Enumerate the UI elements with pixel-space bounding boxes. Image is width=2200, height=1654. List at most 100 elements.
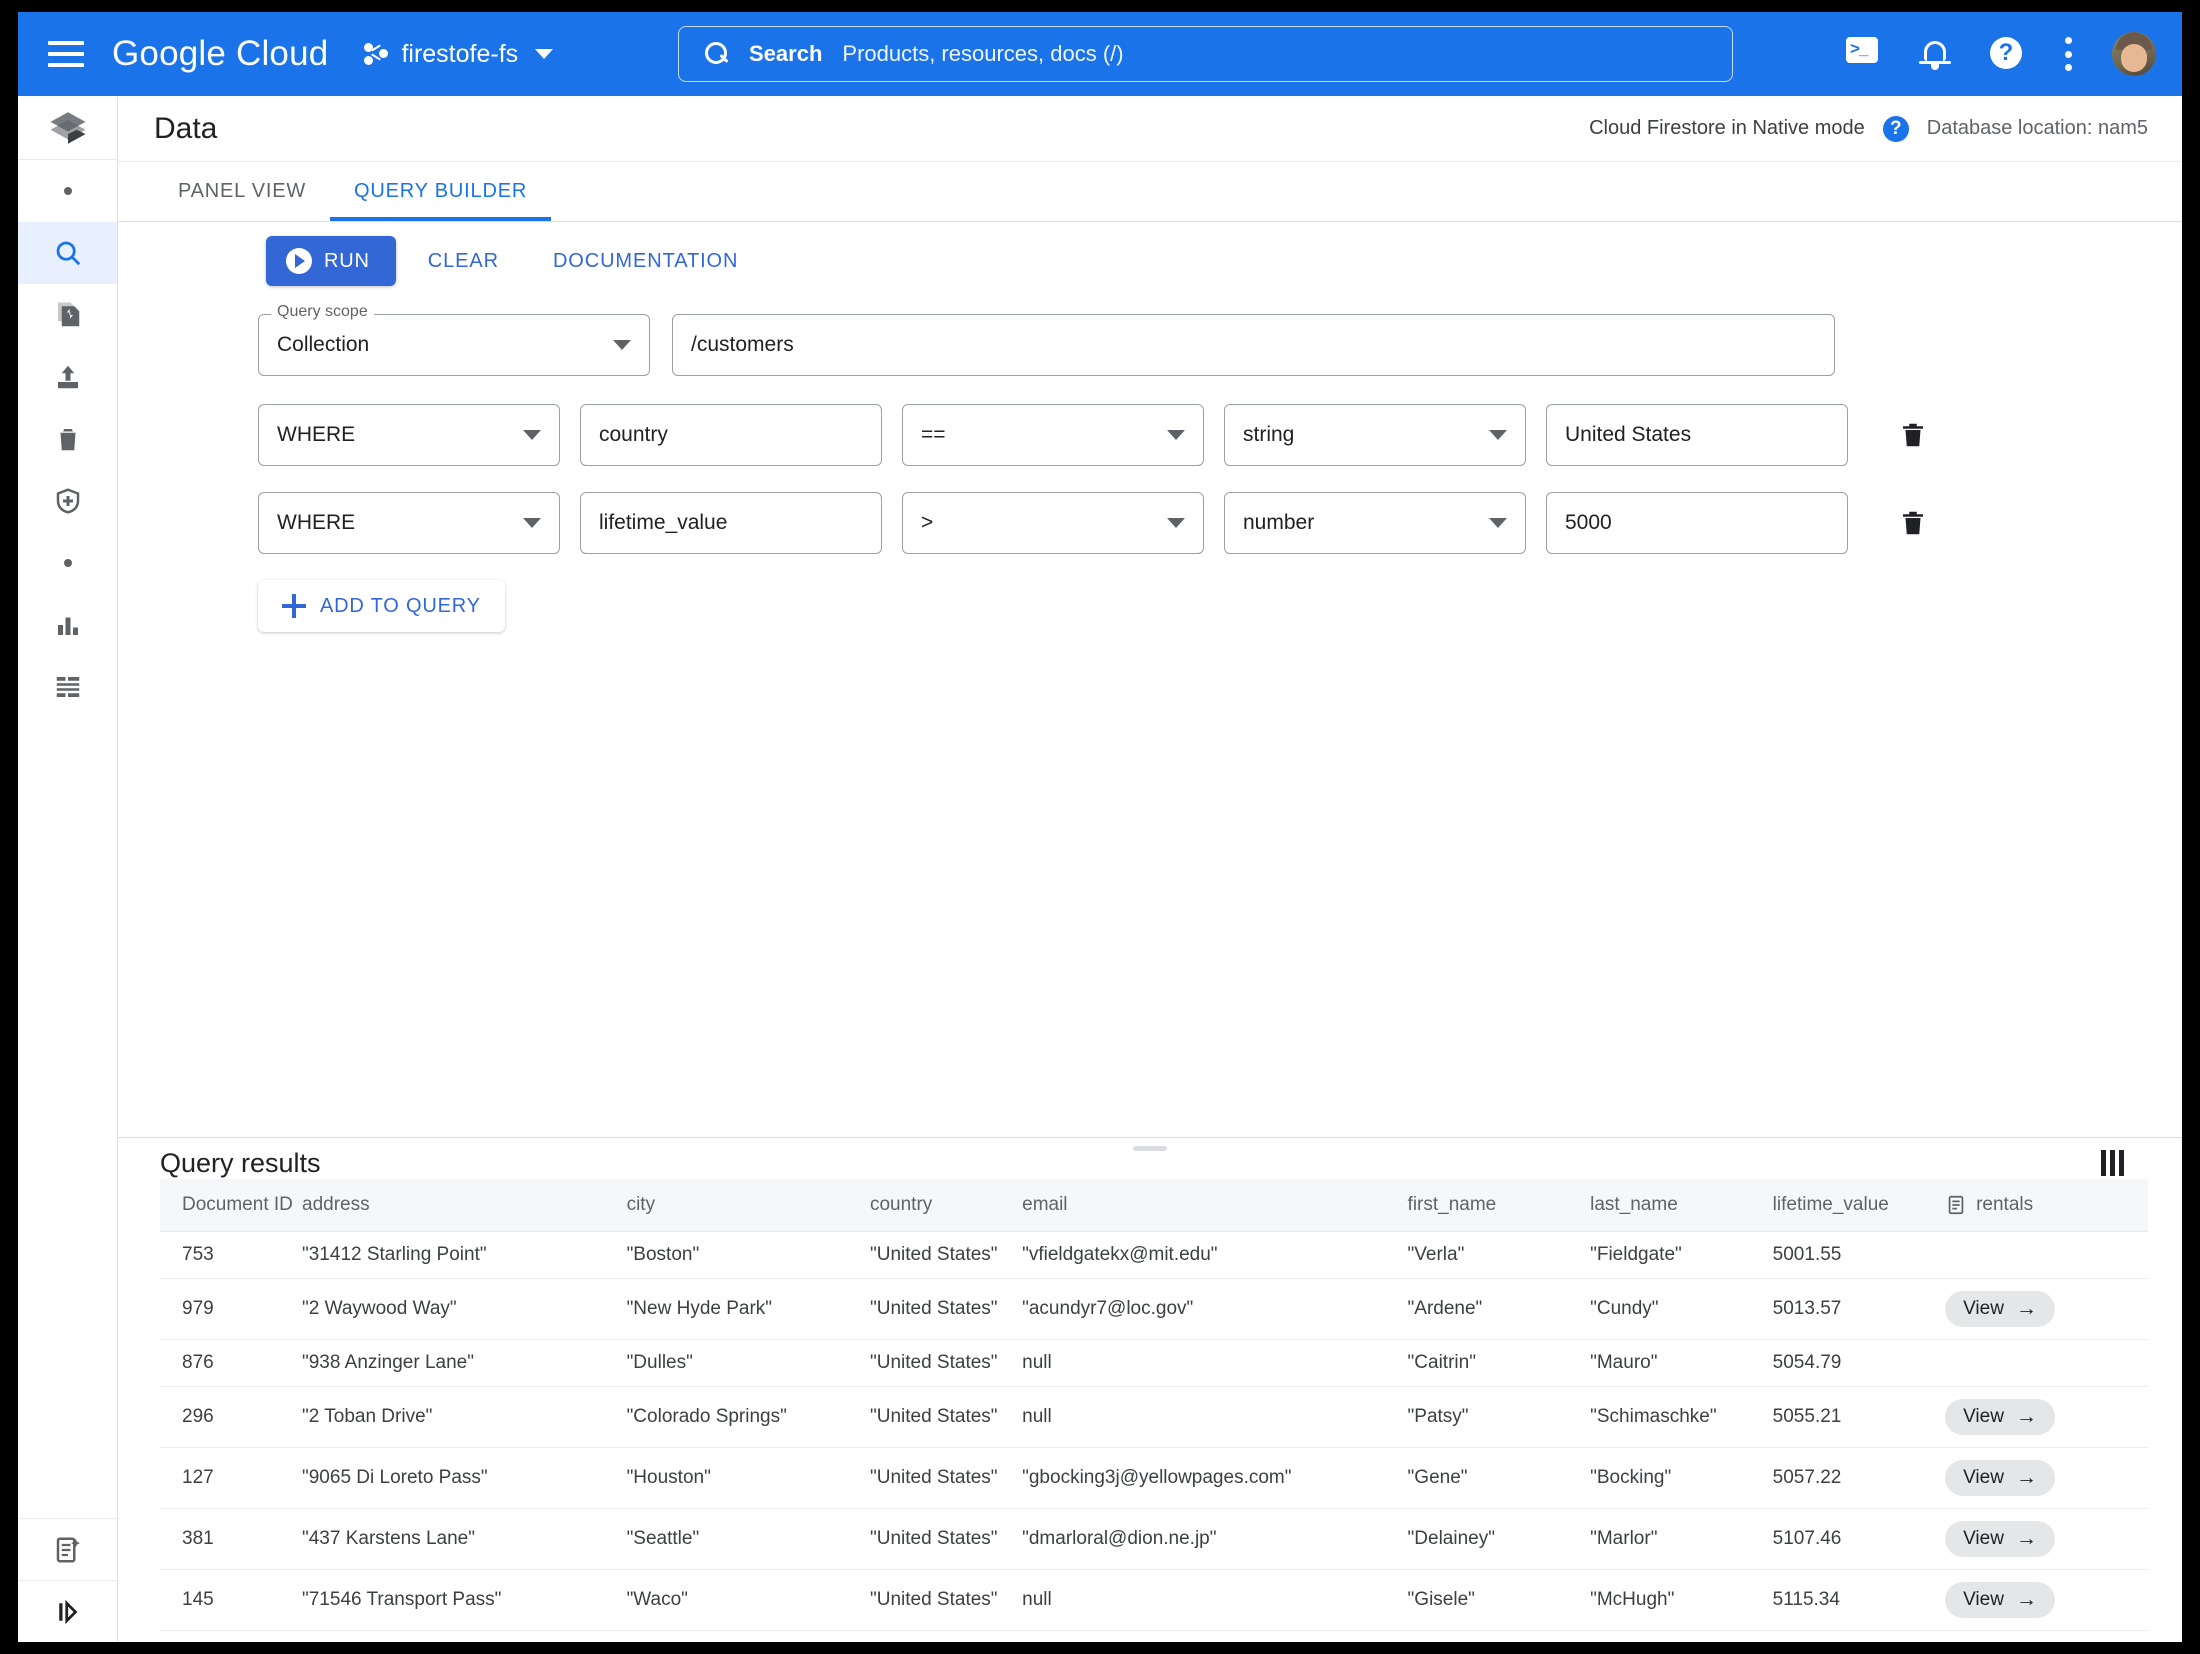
col-rentals-label: rentals (1976, 1193, 2034, 1215)
arrow-right-icon: → (2015, 1527, 2037, 1550)
run-button[interactable]: RUN (266, 236, 396, 286)
help-circle-icon[interactable]: ? (1882, 115, 1909, 142)
cell-rentals: View→ (1945, 1278, 2148, 1340)
tab-panel-view[interactable]: PANEL VIEW (154, 162, 330, 221)
project-selector[interactable]: firestofe-fs (364, 39, 554, 69)
query-builder: Query scope Collection /customers WHERE … (118, 300, 2182, 632)
clause-comparator-select[interactable]: > (902, 492, 1204, 554)
view-rentals-button[interactable]: View → (1945, 1290, 2055, 1327)
cell-email: "vfieldgatekx@mit.edu" (1022, 1231, 1408, 1279)
view-label: View (1963, 1297, 2004, 1319)
clause-type-value: number (1243, 511, 1315, 534)
sidebar-item-expand-rail[interactable] (18, 1580, 117, 1642)
cell-rentals: View→ (1945, 1630, 2148, 1642)
cell-country: "United States" (869, 1447, 1023, 1509)
cell-city: "Dulles" (626, 1339, 870, 1387)
clause-type-select[interactable]: string (1224, 404, 1526, 466)
chevron-down-icon (1167, 430, 1185, 440)
col-first-name[interactable]: first_name (1407, 1178, 1591, 1232)
sidebar-item-new-doc[interactable] (18, 1518, 117, 1580)
tab-query-builder[interactable]: QUERY BUILDER (330, 162, 552, 221)
table-row[interactable]: 876 "938 Anzinger Lane" "Dulles" "United St… (160, 1339, 2148, 1387)
clause-comparator-select[interactable]: == (902, 404, 1204, 466)
col-country[interactable]: country (869, 1178, 1023, 1232)
clause-value-input[interactable]: 5000 (1546, 492, 1848, 554)
table-header-row: Document ID address city country email f… (160, 1178, 2148, 1232)
cell-email: "gbocking3j@yellowpages.com" (1022, 1447, 1408, 1509)
sidebar-item-dot-item[interactable] (18, 160, 117, 222)
arrow-right-icon: → (2015, 1405, 2037, 1428)
cell-email: null (1022, 1569, 1408, 1631)
notifications-icon[interactable] (1918, 37, 1952, 71)
search-input[interactable]: Search Products, resources, docs (/) (678, 26, 1733, 82)
add-to-query-button[interactable]: ADD TO QUERY (258, 580, 505, 632)
clause-value-input[interactable]: United States (1546, 404, 1848, 466)
col-address[interactable]: address (302, 1178, 627, 1232)
help-icon[interactable]: ? (1990, 37, 2024, 71)
col-last-name[interactable]: last_name (1590, 1178, 1773, 1232)
table-row[interactable]: 381 "437 Karstens Lane" "Seattle" "United S… (160, 1508, 2148, 1570)
chevron-down-icon (1489, 430, 1507, 440)
clause-operator-select[interactable]: WHERE (258, 492, 560, 554)
clause-type-select[interactable]: number (1224, 492, 1526, 554)
cell-address: "71546 Transport Pass" (302, 1569, 627, 1631)
col-email[interactable]: email (1022, 1178, 1408, 1232)
table-row[interactable]: 296 "2 Toban Drive" "Colorado Springs" "Uni… (160, 1386, 2148, 1448)
view-rentals-button[interactable]: View → (1945, 1581, 2055, 1618)
table-row[interactable]: 145 "71546 Transport Pass" "Waco" "United S… (160, 1569, 2148, 1631)
more-options-icon[interactable] (2064, 37, 2072, 71)
page-header: Data Cloud Firestore in Native mode ? Da… (118, 96, 2182, 162)
cell-first-name: "Gisele" (1407, 1569, 1591, 1631)
cell-country: "United States" (869, 1386, 1023, 1448)
cell-rentals: View→ (1945, 1386, 2148, 1448)
sidebar-item-import-export[interactable] (18, 346, 117, 408)
table-row[interactable]: 979 "2 Waywood Way" "New Hyde Park" "United… (160, 1278, 2148, 1340)
view-rentals-button[interactable]: View → (1945, 1398, 2055, 1435)
table-row[interactable]: 753 "31412 Starling Point" "Boston" "United… (160, 1231, 2148, 1279)
run-button-label: RUN (324, 249, 370, 272)
results-table-wrapper: Document ID address city country email f… (118, 1178, 2182, 1642)
google-cloud-logo[interactable]: Google Cloud (112, 34, 328, 74)
cloud-shell-icon[interactable]: >_ (1846, 37, 1880, 71)
clause-field-input[interactable]: country (580, 404, 882, 466)
sidebar-item-extensions[interactable] (18, 656, 117, 718)
clause-operator-select[interactable]: WHERE (258, 404, 560, 466)
panel-resize-handle[interactable] (1133, 1145, 1167, 1151)
project-name: firestofe-fs (401, 39, 519, 68)
delete-clause-button[interactable] (1898, 418, 1928, 452)
clause-field-input[interactable]: lifetime_value (580, 492, 882, 554)
sidebar-item-dot-item-2[interactable] (18, 532, 117, 594)
cell-last-name: "Bocking" (1590, 1447, 1773, 1509)
main-content: Data Cloud Firestore in Native mode ? Da… (118, 96, 2182, 1642)
col-document-id[interactable]: Document ID (160, 1178, 302, 1232)
sidebar-item-usage[interactable] (18, 594, 117, 656)
firestore-logo-icon[interactable] (18, 96, 117, 160)
delete-clause-button[interactable] (1898, 506, 1928, 540)
query-scope-select[interactable]: Query scope Collection (258, 304, 650, 376)
cell-document-id: 145 (160, 1569, 302, 1631)
view-rentals-button[interactable]: View → (1945, 1520, 2055, 1557)
table-row[interactable]: 477"4654 Spenser Terrace""Philadelphia""… (160, 1630, 2148, 1642)
clear-button[interactable]: CLEAR (406, 236, 521, 286)
cell-city: "Boston" (626, 1231, 870, 1279)
view-rentals-button[interactable]: View → (1945, 1459, 2055, 1496)
hamburger-icon[interactable] (48, 41, 84, 67)
sidebar-item-delete-data[interactable] (18, 408, 117, 470)
account-avatar[interactable] (2112, 32, 2156, 76)
chevron-down-icon (535, 49, 554, 59)
collection-path-input[interactable]: /customers (672, 314, 1835, 376)
col-rentals[interactable]: rentals (1945, 1178, 2148, 1232)
arrow-right-icon: → (2015, 1588, 2037, 1611)
sidebar-item-data-search[interactable] (18, 222, 117, 284)
sidebar-item-security-rules[interactable] (18, 470, 117, 532)
sidebar-item-indexes[interactable] (18, 284, 117, 346)
query-results-title: Query results (160, 1147, 321, 1178)
cell-lifetime-value: 5115.34 (1772, 1569, 1946, 1631)
column-settings-icon[interactable] (2101, 1150, 2124, 1176)
cell-first-name: "Caitrin" (1407, 1339, 1591, 1387)
table-row[interactable]: 127 "9065 Di Loreto Pass" "Houston" "United… (160, 1447, 2148, 1509)
col-lifetime-value[interactable]: lifetime_value (1772, 1178, 1946, 1232)
documentation-button[interactable]: DOCUMENTATION (531, 236, 760, 286)
clause-comparator-value: > (921, 511, 934, 534)
col-city[interactable]: city (626, 1178, 870, 1232)
